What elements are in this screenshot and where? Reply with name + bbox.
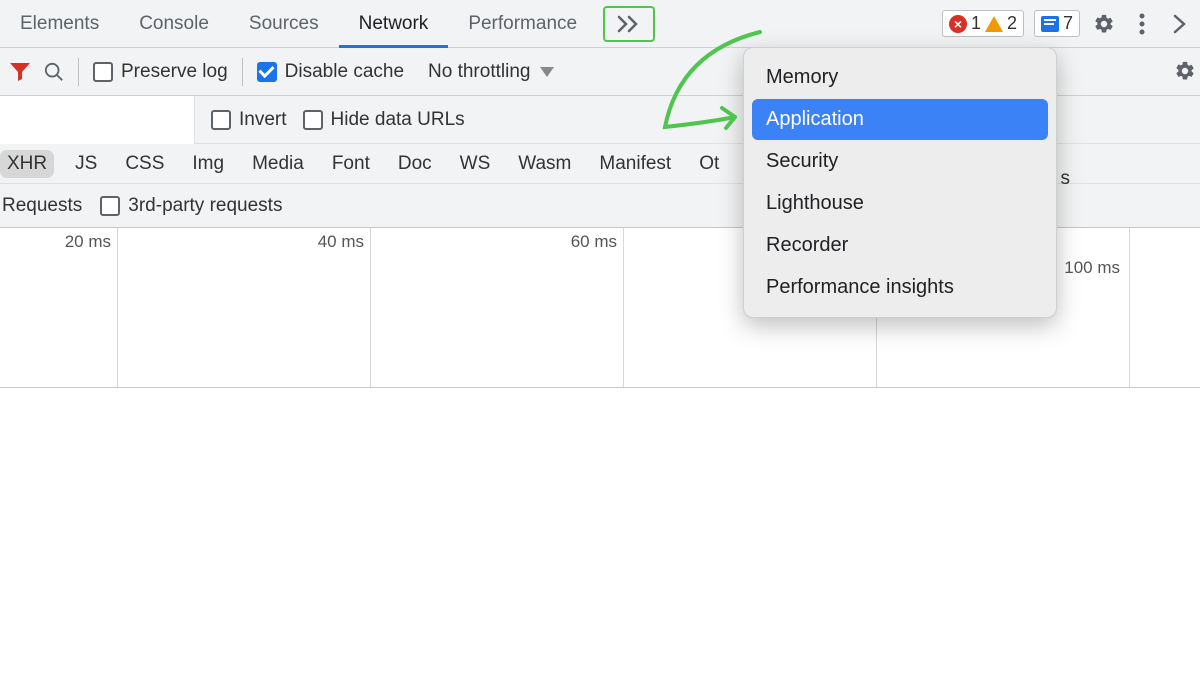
kebab-menu-button[interactable] [1128, 10, 1156, 38]
checkbox-icon [211, 110, 231, 130]
third-party-checkbox[interactable]: 3rd-party requests [100, 195, 282, 217]
overflow-tabs-menu: Memory Application Security Lighthouse R… [743, 47, 1057, 318]
truncated-text: s [1061, 168, 1071, 190]
chevron-right-icon [1173, 14, 1187, 34]
menu-item-security[interactable]: Security [752, 141, 1048, 182]
settings-button[interactable] [1090, 10, 1118, 38]
type-ws[interactable]: WS [453, 150, 498, 178]
requests-label-truncated: Requests [2, 195, 82, 217]
tab-performance[interactable]: Performance [448, 0, 597, 48]
divider [242, 58, 243, 86]
type-media[interactable]: Media [245, 150, 311, 178]
throttling-value: No throttling [428, 61, 530, 83]
message-count: 7 [1063, 13, 1073, 34]
gear-icon [1093, 13, 1115, 35]
filter-input[interactable] [0, 96, 195, 144]
warning-count: 2 [1007, 13, 1017, 34]
divider [78, 58, 79, 86]
third-party-label: 3rd-party requests [128, 195, 282, 217]
dock-side-button[interactable] [1166, 10, 1194, 38]
kebab-icon [1139, 13, 1145, 35]
right-controls: × 1 2 7 [942, 10, 1200, 38]
menu-item-memory[interactable]: Memory [752, 57, 1048, 98]
error-count: 1 [971, 13, 981, 34]
timeline-label: 100 ms [1064, 258, 1120, 278]
console-status-badges[interactable]: × 1 2 [942, 10, 1024, 37]
tab-sources[interactable]: Sources [229, 0, 339, 48]
timeline-label: 60 ms [571, 232, 617, 252]
message-icon [1041, 16, 1059, 32]
search-icon[interactable] [44, 62, 64, 82]
network-settings-button[interactable] [1174, 60, 1196, 87]
type-xhr[interactable]: XHR [0, 150, 54, 178]
menu-item-application[interactable]: Application [752, 99, 1048, 140]
preserve-log-label: Preserve log [121, 61, 228, 83]
type-img[interactable]: Img [185, 150, 231, 178]
disable-cache-checkbox[interactable]: Disable cache [257, 61, 404, 83]
type-font[interactable]: Font [325, 150, 377, 178]
filter-icon[interactable] [10, 63, 30, 81]
type-other[interactable]: Ot [692, 150, 726, 178]
more-tabs-button[interactable] [603, 6, 655, 42]
chevron-double-right-icon [617, 15, 641, 33]
tab-network[interactable]: Network [339, 0, 449, 48]
devtools-tabs-bar: Elements Console Sources Network Perform… [0, 0, 1200, 48]
checkbox-icon [303, 110, 323, 130]
type-wasm[interactable]: Wasm [511, 150, 578, 178]
warning-icon [985, 16, 1003, 32]
hide-data-urls-checkbox[interactable]: Hide data URLs [303, 109, 465, 131]
menu-item-lighthouse[interactable]: Lighthouse [752, 183, 1048, 224]
type-doc[interactable]: Doc [391, 150, 439, 178]
invert-label: Invert [239, 109, 287, 131]
type-css[interactable]: CSS [118, 150, 171, 178]
menu-item-recorder[interactable]: Recorder [752, 225, 1048, 266]
dropdown-triangle-icon [540, 67, 554, 77]
throttling-select[interactable]: No throttling [418, 61, 564, 83]
menu-item-performance-insights[interactable]: Performance insights [752, 267, 1048, 308]
messages-badge[interactable]: 7 [1034, 10, 1080, 37]
timeline-label: 40 ms [318, 232, 364, 252]
checkbox-checked-icon [257, 62, 277, 82]
gear-icon [1174, 60, 1196, 82]
hide-data-urls-label: Hide data URLs [331, 109, 465, 131]
invert-checkbox[interactable]: Invert [211, 109, 287, 131]
checkbox-icon [93, 62, 113, 82]
timeline-label: 20 ms [65, 232, 111, 252]
disable-cache-label: Disable cache [285, 61, 404, 83]
tab-elements[interactable]: Elements [0, 0, 119, 48]
type-js[interactable]: JS [68, 150, 104, 178]
checkbox-icon [100, 196, 120, 216]
tab-console[interactable]: Console [119, 0, 229, 48]
error-icon: × [949, 15, 967, 33]
type-manifest[interactable]: Manifest [592, 150, 678, 178]
preserve-log-checkbox[interactable]: Preserve log [93, 61, 228, 83]
